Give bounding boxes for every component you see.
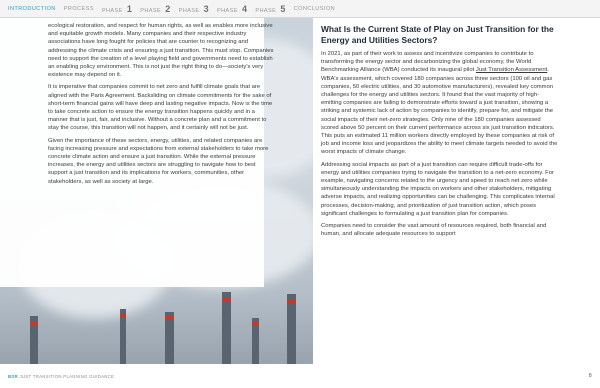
body-paragraph: Addressing social impacts as part of a j… <box>321 161 555 217</box>
nav-phase-number: 4 <box>241 3 248 14</box>
nav-phase-5[interactable]: PHASE 5 <box>255 4 285 14</box>
body-paragraph: In 2021, as part of their work to assess… <box>321 50 559 157</box>
body-paragraph: Given the importance of these sectors, e… <box>48 137 269 185</box>
footer-title: BSR JUST TRANSITION PLANNING GUIDANCE <box>8 374 114 379</box>
section-heading: What Is the Current State of Play on Jus… <box>321 24 554 45</box>
body-paragraph: ecological restoration, and respect for … <box>48 23 274 79</box>
nav-phase-1[interactable]: PHASE 1 <box>102 4 132 14</box>
nav-introduction[interactable]: INTRODUCTION <box>8 6 56 12</box>
smokestack <box>30 316 38 364</box>
page-number: 8 <box>588 373 592 379</box>
nav-phase-label: PHASE <box>216 7 238 14</box>
footer-doc-title: JUST TRANSITION PLANNING GUIDANCE <box>19 374 115 379</box>
smokestack <box>222 292 231 364</box>
body-paragraph: It is imperative that companies commit t… <box>48 84 273 132</box>
nav-conclusion[interactable]: CONCLUSION <box>294 6 335 12</box>
nav-phase-number: 2 <box>165 3 171 14</box>
right-column: What Is the Current State of Play on Jus… <box>321 22 559 242</box>
nav-phase-label: PHASE <box>101 7 123 14</box>
nav-phase-4[interactable]: PHASE 4 <box>217 4 247 14</box>
nav-phase-label: PHASE <box>178 7 200 14</box>
nav-phase-number: 3 <box>203 3 209 14</box>
smokestack <box>287 294 296 364</box>
nav-phase-number: 1 <box>126 3 133 14</box>
page-footer: BSR JUST TRANSITION PLANNING GUIDANCE 8 <box>0 364 600 388</box>
body-paragraph: Companies need to consider the vast amou… <box>321 223 547 238</box>
left-column: ecological restoration, and respect for … <box>48 22 276 190</box>
assessment-link[interactable]: Just Transition Assessment <box>476 67 547 73</box>
nav-phase-label: PHASE <box>255 7 277 14</box>
smokestack <box>120 309 126 364</box>
section-navigation: INTRODUCTION PROCESS PHASE 1 PHASE 2 PHASE… <box>0 0 600 18</box>
footer-brand: BSR <box>8 374 18 379</box>
nav-phase-label: PHASE <box>140 7 162 14</box>
nav-process[interactable]: PROCESS <box>64 6 94 12</box>
smokestack <box>165 312 174 364</box>
nav-phase-number: 5 <box>280 3 286 14</box>
smokestack <box>252 318 259 364</box>
nav-phase-2[interactable]: PHASE 2 <box>140 4 170 14</box>
body-text: . WBA's assessment, which covered 180 co… <box>321 67 558 156</box>
nav-phase-3[interactable]: PHASE 3 <box>179 4 209 14</box>
